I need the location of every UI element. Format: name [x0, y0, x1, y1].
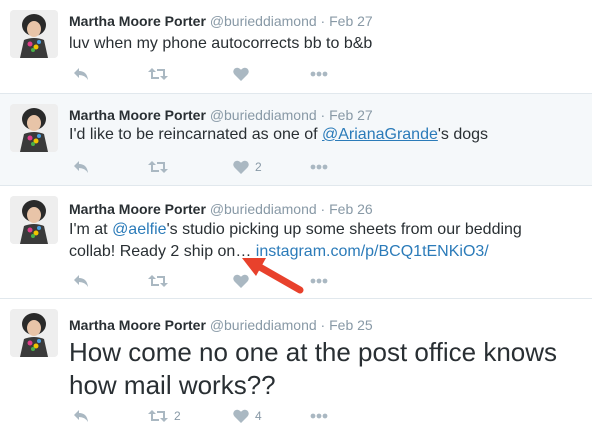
retweet-button[interactable] — [148, 271, 174, 291]
reply-arrow-icon — [74, 161, 88, 173]
more-button[interactable] — [310, 64, 328, 84]
like-button[interactable]: 4 — [233, 406, 262, 426]
more-dots-icon — [310, 413, 328, 419]
tweet-header: Martha Moore Porter @burieddiamond · Feb… — [69, 106, 373, 124]
mention-link[interactable]: @ArianaGrande — [322, 126, 438, 143]
reply-arrow-icon — [74, 275, 88, 287]
tweet-text: I'm at @aelfie's studio picking up some … — [69, 219, 564, 263]
retweet-icon — [148, 161, 168, 173]
tweet-header: Martha Moore Porter @burieddiamond · Feb… — [69, 316, 373, 334]
reply-arrow-icon — [74, 410, 88, 422]
fullname[interactable]: Martha Moore Porter — [69, 107, 206, 123]
separator-dot: · — [320, 107, 326, 123]
more-button[interactable] — [310, 271, 328, 291]
timestamp[interactable]: Feb 25 — [329, 317, 373, 333]
tweet-feed: Martha Moore Porter @burieddiamond · Feb… — [0, 0, 592, 438]
retweet-icon — [148, 410, 168, 422]
retweet-icon — [148, 275, 168, 287]
tweet-actions — [69, 271, 369, 291]
username[interactable]: @burieddiamond — [210, 107, 317, 123]
timestamp[interactable]: Feb 27 — [329, 13, 373, 29]
retweet-button[interactable]: 2 — [148, 406, 181, 426]
avatar-image — [10, 104, 58, 152]
avatar-image — [10, 309, 58, 357]
like-button[interactable] — [233, 271, 255, 291]
avatar[interactable] — [10, 196, 58, 244]
more-dots-icon — [310, 71, 328, 77]
tweet[interactable]: Martha Moore Porter @burieddiamond · Feb… — [0, 299, 592, 438]
tweet-text-before: I'm at — [69, 221, 113, 238]
reply-button[interactable] — [73, 271, 89, 291]
tweet[interactable]: Martha Moore Porter @burieddiamond · Feb… — [0, 94, 592, 186]
tweet-text-before: I'd like to be reincarnated as one of — [69, 126, 322, 143]
avatar-image — [10, 196, 58, 244]
like-button[interactable]: 2 — [233, 157, 262, 177]
retweet-count: 2 — [174, 409, 181, 423]
tweet[interactable]: Martha Moore Porter @burieddiamond · Feb… — [0, 186, 592, 299]
timestamp[interactable]: Feb 27 — [329, 107, 373, 123]
fullname[interactable]: Martha Moore Porter — [69, 317, 206, 333]
retweet-button[interactable] — [148, 64, 174, 84]
tweet-text: I'd like to be reincarnated as one of @A… — [69, 124, 582, 146]
more-button[interactable] — [310, 406, 328, 426]
username[interactable]: @burieddiamond — [210, 13, 317, 29]
tweet-actions — [69, 64, 369, 84]
tweet-header: Martha Moore Porter @burieddiamond · Feb… — [69, 200, 373, 218]
avatar[interactable] — [10, 309, 58, 357]
separator-dot: · — [320, 201, 326, 217]
tweet[interactable]: Martha Moore Porter @burieddiamond · Feb… — [0, 0, 592, 94]
tweet-text: luv when my phone autocorrects bb to b&b — [69, 33, 582, 55]
url-link[interactable]: instagram.com/p/BCQ1tENKiO3/ — [256, 243, 489, 260]
tweet-text-after: 's dogs — [437, 126, 489, 143]
avatar[interactable] — [10, 10, 58, 58]
tweet-text: How come no one at the post office knows… — [69, 336, 570, 402]
tweet-text-content: luv when my phone autocorrects bb to b&b — [69, 35, 373, 52]
heart-icon — [233, 409, 249, 423]
retweet-button[interactable] — [148, 157, 174, 177]
reply-button[interactable] — [73, 64, 89, 84]
tweet-actions: 2 4 — [69, 406, 369, 426]
like-count: 2 — [255, 160, 262, 174]
more-dots-icon — [310, 164, 328, 170]
more-dots-icon — [310, 278, 328, 284]
retweet-icon — [148, 68, 168, 80]
tweet-actions: 2 — [69, 157, 369, 177]
username[interactable]: @burieddiamond — [210, 317, 317, 333]
avatar[interactable] — [10, 104, 58, 152]
reply-arrow-icon — [74, 68, 88, 80]
heart-icon — [233, 160, 249, 174]
heart-icon — [233, 274, 249, 288]
fullname[interactable]: Martha Moore Porter — [69, 201, 206, 217]
like-count: 4 — [255, 409, 262, 423]
reply-button[interactable] — [73, 406, 89, 426]
mention-link[interactable]: @aelfie — [112, 221, 167, 238]
fullname[interactable]: Martha Moore Porter — [69, 13, 206, 29]
heart-icon — [233, 67, 249, 81]
tweet-header: Martha Moore Porter @burieddiamond · Feb… — [69, 12, 373, 30]
separator-dot: · — [320, 317, 326, 333]
reply-button[interactable] — [73, 157, 89, 177]
username[interactable]: @burieddiamond — [210, 201, 317, 217]
like-button[interactable] — [233, 64, 255, 84]
avatar-image — [10, 10, 58, 58]
timestamp[interactable]: Feb 26 — [329, 201, 373, 217]
separator-dot: · — [320, 13, 326, 29]
more-button[interactable] — [310, 157, 328, 177]
tweet-text-content: How come no one at the post office knows… — [69, 337, 558, 400]
